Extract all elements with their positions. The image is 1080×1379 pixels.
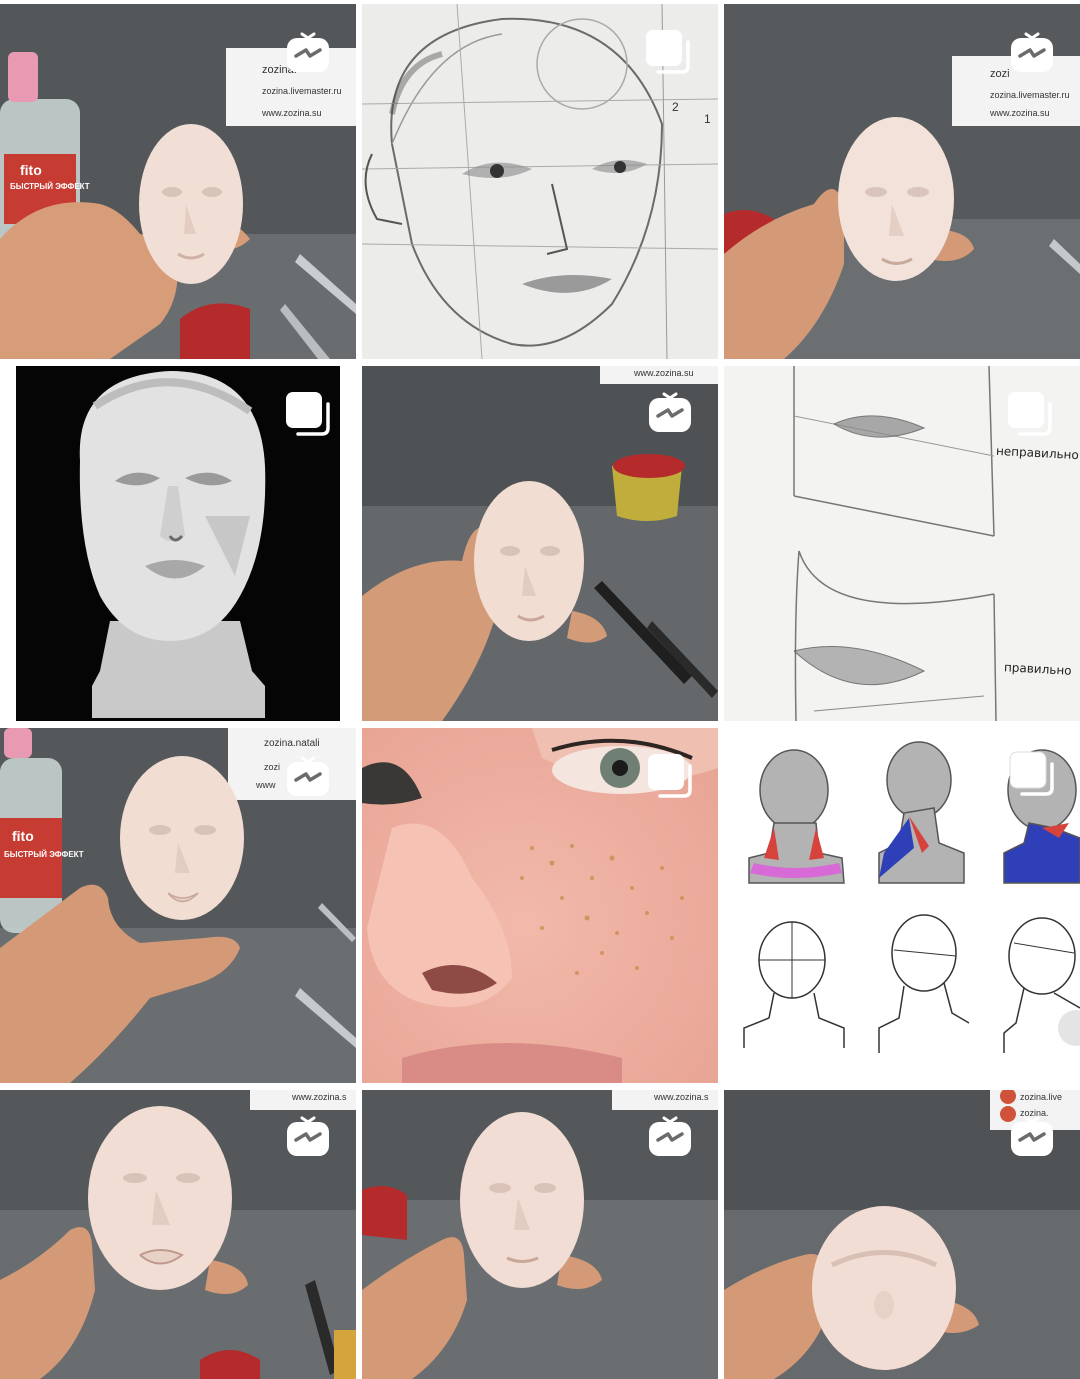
igtv-icon	[1011, 1116, 1053, 1156]
label-instagram: zozina.natali	[264, 738, 320, 749]
post-grid: zozina. zozina.livemaster.ru www.zozina.…	[0, 0, 1080, 1379]
igtv-icon	[649, 392, 691, 432]
label-instagram: zozi	[990, 68, 1010, 80]
igtv-icon	[287, 32, 329, 72]
bottle-text: БЫСТРЫЙ ЭФФЕКТ	[10, 182, 90, 191]
sketch-note: 1	[704, 112, 711, 126]
carousel-icon	[648, 754, 692, 798]
igtv-icon	[1011, 32, 1053, 72]
post-tile-1[interactable]: zozina. zozina.livemaster.ru www.zozina.…	[0, 4, 356, 359]
bottle-text: БЫСТРЫЙ ЭФФЕКТ	[4, 850, 84, 859]
post-tile-10[interactable]: www.zozina.s	[0, 1090, 356, 1379]
post-tile-5[interactable]: www.zozina.su	[362, 366, 718, 721]
igtv-icon	[649, 1116, 691, 1156]
carousel-icon	[286, 392, 330, 436]
igtv-icon	[287, 1116, 329, 1156]
post-tile-8[interactable]	[362, 728, 718, 1083]
label-livemaster: zozina.livemaster.ru	[262, 86, 342, 96]
label-livemaster: zozina.live	[1020, 1092, 1063, 1102]
label-website: www.zozina.s	[292, 1092, 347, 1102]
post-tile-6[interactable]: неправильно правильно	[724, 366, 1080, 721]
post-tile-12[interactable]: zozina.live zozina.	[724, 1090, 1080, 1379]
post-tile-4[interactable]	[0, 366, 356, 721]
bottle-brand: fito	[12, 828, 34, 844]
label-livemaster: zozi	[264, 762, 281, 772]
label-website: www.zozina.su	[990, 108, 1050, 118]
igtv-icon	[287, 756, 329, 796]
label-website: www	[256, 780, 276, 790]
label-livemaster: zozina.livemaster.ru	[990, 90, 1070, 100]
label-website: www.zozina.s	[654, 1092, 709, 1102]
carousel-icon	[646, 30, 690, 74]
post-tile-2[interactable]: 2 1	[362, 4, 718, 359]
post-tile-7[interactable]: zozina.natali zozi www fito БЫСТРЫЙ ЭФФЕ…	[0, 728, 356, 1083]
post-tile-3[interactable]: zozi zozina.livemaster.ru www.zozina.su	[724, 4, 1080, 359]
label-website: www.zozina.su	[634, 368, 694, 378]
label-website: www.zozina.su	[262, 108, 322, 118]
carousel-icon	[1008, 392, 1052, 436]
sketch-note: 2	[672, 100, 679, 114]
bottle-brand: fito	[20, 162, 42, 178]
carousel-icon	[1009, 751, 1054, 796]
post-tile-9[interactable]	[724, 728, 1080, 1083]
post-tile-11[interactable]: www.zozina.s	[362, 1090, 718, 1379]
